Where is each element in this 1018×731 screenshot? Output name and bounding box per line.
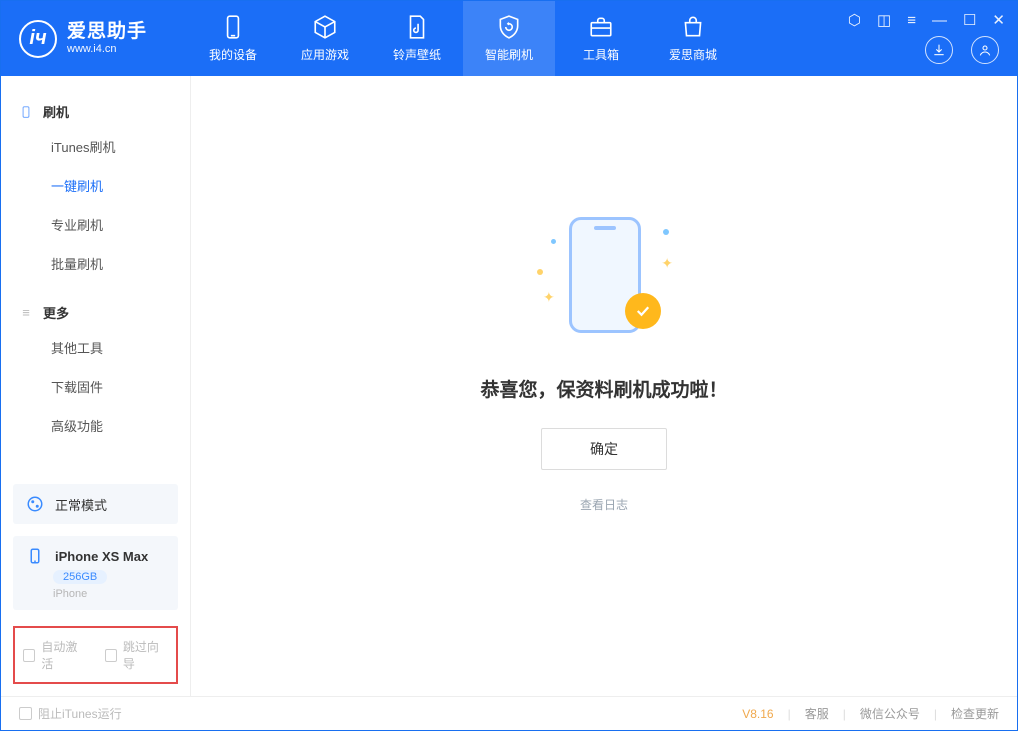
sparkle-icon: ✦ [543,289,555,306]
success-illustration: ✦ ✦ [529,199,679,349]
cube-icon [312,14,338,40]
sidebar-item-other[interactable]: 其他工具 [1,328,190,367]
device-type: iPhone [53,588,87,600]
check-update-link[interactable]: 检查更新 [951,705,999,722]
body: 刷机 iTunes刷机 一键刷机 专业刷机 批量刷机 ≡ 更多 其他工具 下载固… [1,76,1017,696]
separator: | [934,707,937,721]
sidebar: 刷机 iTunes刷机 一键刷机 专业刷机 批量刷机 ≡ 更多 其他工具 下载固… [1,76,191,696]
app-window: iч 爱思助手 www.i4.cn 我的设备 应用游戏 铃声壁纸 智能刷机 [0,0,1018,731]
nav-label: 智能刷机 [485,46,533,63]
nav-label: 我的设备 [209,46,257,63]
brand-name: 爱思助手 [67,22,147,43]
checkbox-skip-guide[interactable]: 跳过向导 [105,638,169,672]
logo-icon: iч [19,20,57,58]
options-box: 自动激活 跳过向导 [13,626,178,684]
user-button[interactable] [971,36,999,64]
shield-refresh-icon [496,14,522,40]
device-phone-icon [25,546,45,566]
statusbar: 阻止iTunes运行 V8.16 | 客服 | 微信公众号 | 检查更新 [1,696,1017,730]
sidebar-item-batch[interactable]: 批量刷机 [1,244,190,283]
checkbox-label: 跳过向导 [123,638,168,672]
device-storage-badge: 256GB [53,570,107,584]
nav-label: 铃声壁纸 [393,46,441,63]
nav-my-device[interactable]: 我的设备 [187,1,279,76]
view-log-link[interactable]: 查看日志 [580,496,628,513]
download-button[interactable] [925,36,953,64]
dot-icon [551,239,556,244]
checkbox-auto-activate[interactable]: 自动激活 [23,638,87,672]
nav-smart-flash[interactable]: 智能刷机 [463,1,555,76]
sidebar-item-advanced[interactable]: 高级功能 [1,406,190,445]
brand-logo: iч 爱思助手 www.i4.cn [19,20,147,58]
success-message: 恭喜您，保资料刷机成功啦！ [480,375,727,402]
nav-label: 爱思商城 [669,46,717,63]
sidebar-item-itunes[interactable]: iTunes刷机 [1,127,190,166]
music-file-icon [404,14,430,40]
mode-label: 正常模式 [55,495,107,514]
group-label: 更多 [43,303,69,322]
mode-card[interactable]: 正常模式 [13,484,178,524]
nav-label: 应用游戏 [301,46,349,63]
checkbox-icon [19,707,32,720]
checkbox-icon [23,649,35,662]
device-name: iPhone XS Max [55,549,148,564]
sidebar-item-firmware[interactable]: 下载固件 [1,367,190,406]
check-badge-icon [625,293,661,329]
menu-icon[interactable]: ≡ [907,12,916,29]
bag-icon [680,14,706,40]
ok-button[interactable]: 确定 [541,428,667,470]
close-button[interactable]: ✕ [992,11,1005,29]
sparkle-icon: ✦ [661,255,673,272]
support-link[interactable]: 客服 [805,705,829,722]
checkbox-label: 自动激活 [41,638,86,672]
brand-url: www.i4.cn [67,43,147,55]
separator: | [843,707,846,721]
separator: | [788,707,791,721]
version-label: V8.16 [742,707,773,721]
briefcase-icon [588,14,614,40]
sidebar-group-flash: 刷机 [1,96,190,127]
nav-apps-games[interactable]: 应用游戏 [279,1,371,76]
nav-toolbox[interactable]: 工具箱 [555,1,647,76]
main-pane: ✦ ✦ 恭喜您，保资料刷机成功啦！ 确定 查看日志 [191,76,1017,696]
minimize-button[interactable]: — [932,12,947,29]
checkbox-block-itunes[interactable]: 阻止iTunes运行 [19,705,122,722]
sidebar-item-oneclick[interactable]: 一键刷机 [1,166,190,205]
device-icon [19,105,33,119]
shirt-icon[interactable]: ⬡ [848,11,861,29]
phone-icon [220,14,246,40]
top-nav: 我的设备 应用游戏 铃声壁纸 智能刷机 工具箱 爱思商城 [187,1,739,76]
sidebar-item-pro[interactable]: 专业刷机 [1,205,190,244]
dot-icon [537,269,543,275]
nav-label: 工具箱 [583,46,619,63]
mode-icon [25,494,45,514]
nav-store[interactable]: 爱思商城 [647,1,739,76]
checkbox-label: 阻止iTunes运行 [38,705,122,722]
group-label: 刷机 [43,102,69,121]
titlebar: iч 爱思助手 www.i4.cn 我的设备 应用游戏 铃声壁纸 智能刷机 [1,1,1017,76]
sidebar-group-more: ≡ 更多 [1,297,190,328]
device-card: iPhone XS Max 256GB iPhone [13,536,178,610]
window-quick-controls: ⬡ ◫ ≡ — ☐ ✕ [848,11,1005,29]
checkbox-icon [105,649,117,662]
panel-icon[interactable]: ◫ [877,11,891,29]
list-icon: ≡ [19,306,33,320]
titlebar-actions [925,36,999,64]
nav-ring-wall[interactable]: 铃声壁纸 [371,1,463,76]
dot-icon [663,229,669,235]
maximize-button[interactable]: ☐ [963,11,976,29]
wechat-link[interactable]: 微信公众号 [860,705,920,722]
